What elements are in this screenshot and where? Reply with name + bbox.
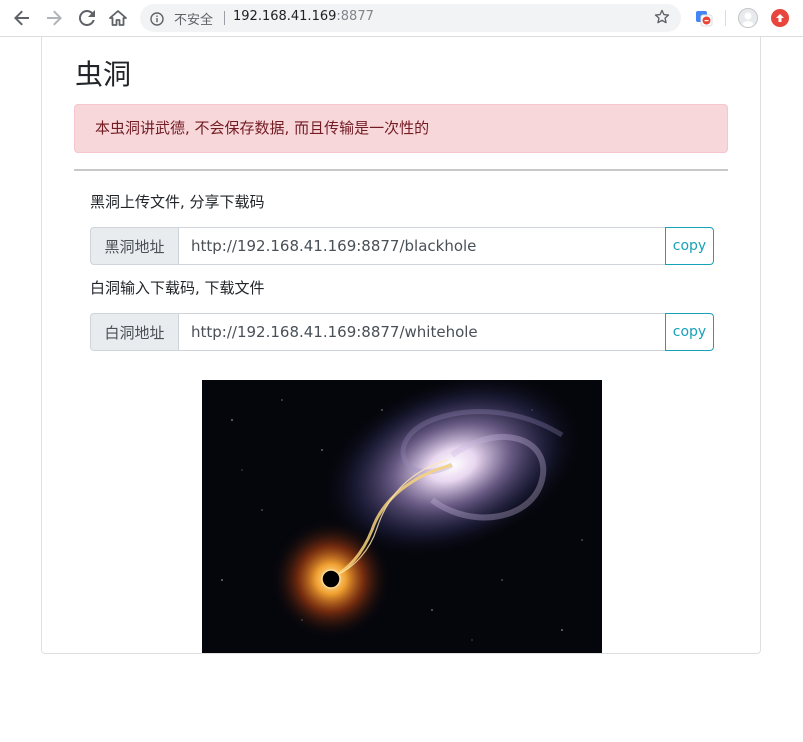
main-card: 虫洞 本虫洞讲武德, 不会保存数据, 而且传输是一次性的 黑洞上传文件, 分享下…: [41, 37, 761, 654]
blackhole-url-input[interactable]: [178, 227, 665, 265]
blackhole-copy-button[interactable]: copy: [665, 227, 714, 265]
url-text[interactable]: 192.168.41.169:8877: [233, 9, 374, 24]
address-separator: [224, 11, 225, 25]
whitehole-url-input[interactable]: [178, 313, 665, 351]
address-bar[interactable]: 不安全 192.168.41.169:8877: [140, 4, 681, 32]
url-port: :8877: [336, 9, 374, 24]
forward-arrow-icon[interactable]: [42, 7, 66, 29]
translate-icon[interactable]: [695, 9, 713, 27]
back-arrow-icon[interactable]: [10, 7, 34, 29]
star-icon[interactable]: [653, 8, 671, 26]
update-icon[interactable]: [771, 9, 789, 27]
blackhole-galaxy-image: [202, 380, 602, 653]
whitehole-label: 白洞地址: [90, 313, 178, 351]
whitehole-description: 白洞输入下载码, 下载文件: [90, 279, 265, 297]
whitehole-input-group: 白洞地址 copy: [90, 313, 714, 351]
browser-toolbar: 不安全 192.168.41.169:8877: [0, 0, 803, 37]
blackhole-label: 黑洞地址: [90, 227, 178, 265]
alert-danger: 本虫洞讲武德, 不会保存数据, 而且传输是一次性的: [74, 104, 728, 153]
security-label: 不安全: [174, 13, 214, 28]
blackhole-description: 黑洞上传文件, 分享下载码: [90, 193, 265, 211]
blackhole-input-group: 黑洞地址 copy: [90, 227, 714, 265]
divider: [74, 169, 728, 171]
toolbar-separator: [725, 10, 726, 26]
page-title: 虫洞: [75, 58, 132, 91]
reload-icon[interactable]: [75, 7, 99, 29]
url-host: 192.168.41.169: [233, 9, 337, 24]
whitehole-copy-button[interactable]: copy: [665, 313, 714, 351]
home-icon[interactable]: [106, 7, 130, 29]
avatar-icon[interactable]: [738, 8, 758, 28]
info-icon[interactable]: [150, 11, 164, 26]
